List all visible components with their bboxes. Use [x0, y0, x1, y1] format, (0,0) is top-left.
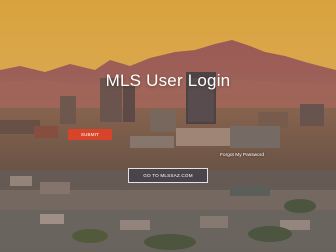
login-form: SUBMIT Forgot My Password GO TO MLSSAZ.C… — [0, 0, 336, 252]
goto-mlssaz-button[interactable]: GO TO MLSSAZ.COM — [128, 168, 208, 183]
password-input[interactable] — [68, 114, 268, 128]
username-input[interactable] — [68, 100, 268, 114]
login-page: MLS User Login SUBMIT Forgot My Password… — [0, 0, 336, 252]
submit-button[interactable]: SUBMIT — [68, 129, 112, 140]
forgot-password-link[interactable]: Forgot My Password — [220, 153, 264, 158]
